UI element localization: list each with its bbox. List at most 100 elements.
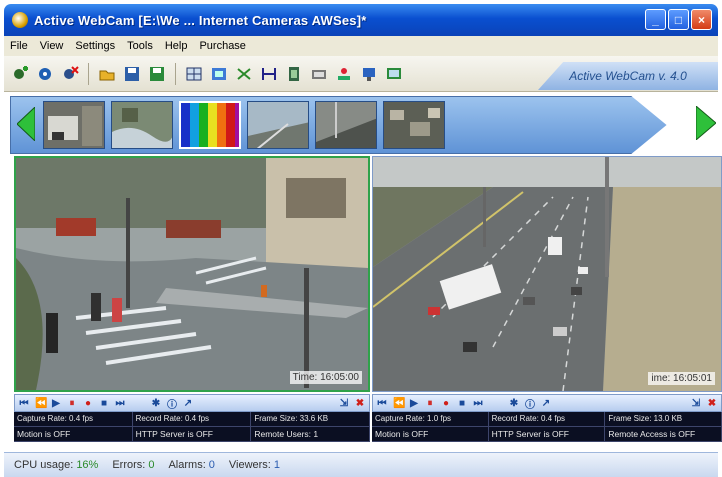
window-controls: _ □ × xyxy=(645,9,712,30)
toolbar-separator xyxy=(175,62,176,85)
viewers-label: Viewers: xyxy=(228,459,271,471)
thumbnail-strip xyxy=(10,96,667,154)
frame-size: Frame Size: 33.6 KB xyxy=(251,412,370,427)
camera-settings-icon[interactable] xyxy=(35,64,55,84)
film-icon[interactable] xyxy=(284,64,304,84)
stop-button[interactable]: ■ xyxy=(99,398,109,409)
close-button[interactable]: × xyxy=(691,9,712,30)
toolbar-separator xyxy=(88,62,89,85)
play-button[interactable]: ▶ xyxy=(51,398,61,409)
alarms: Alarms: 0 xyxy=(168,459,214,471)
pause-button[interactable]: ⏸ xyxy=(425,398,435,409)
version-label: Active WebCam v. 4.0 xyxy=(538,62,718,90)
first-frame-button[interactable]: ⏮ xyxy=(19,398,29,409)
pause-button[interactable]: ⏸ xyxy=(67,398,77,409)
delete-camera-icon[interactable] xyxy=(60,64,80,84)
camera-thumbnail-selected[interactable] xyxy=(179,101,241,149)
http-status: HTTP Server is OFF xyxy=(488,427,606,442)
save-as-icon[interactable] xyxy=(147,64,167,84)
camera-thumbnail[interactable] xyxy=(247,101,309,149)
errors: Errors: 0 xyxy=(112,459,154,471)
record-rate: Record Rate: 0.4 fps xyxy=(488,412,606,427)
motion-status: Motion is OFF xyxy=(14,427,133,442)
remote-status: Remote Users: 1 xyxy=(251,427,370,442)
close-camera-icon[interactable]: ✖ xyxy=(355,398,365,409)
camera-view-left[interactable]: Time: 16:05:00 xyxy=(14,156,370,392)
errors-value: 0 xyxy=(148,459,155,471)
settings-icon[interactable] xyxy=(309,64,329,84)
menu-bar: File View Settings Tools Help Purchase xyxy=(4,36,718,56)
rewind-button[interactable]: ⏪ xyxy=(393,398,405,409)
camera-thumbnail[interactable] xyxy=(43,101,105,149)
toolbar: Active WebCam v. 4.0 xyxy=(4,56,718,92)
camera-info-panel-right: Capture Rate: 1.0 fps Record Rate: 0.4 f… xyxy=(372,412,722,442)
scroll-right-icon[interactable] xyxy=(696,106,716,140)
title-bar: Active WebCam [E:\We ... Internet Camera… xyxy=(4,4,718,36)
stop-button[interactable]: ■ xyxy=(457,398,467,409)
viewers-value: 1 xyxy=(273,459,280,471)
camera-info-panel-left: Capture Rate: 0.4 fps Record Rate: 0.4 f… xyxy=(14,412,370,442)
export-icon[interactable]: ↗ xyxy=(541,398,551,409)
record-button[interactable]: ● xyxy=(441,398,451,409)
export-icon[interactable]: ↗ xyxy=(183,398,193,409)
street-camera-image xyxy=(16,158,368,390)
remote-status: Remote Access is OFF xyxy=(605,427,722,442)
info-icon[interactable]: ⓘ xyxy=(167,396,177,411)
cpu-usage-label: CPU usage: xyxy=(14,459,74,471)
errors-label: Errors: xyxy=(112,459,146,471)
network-icon[interactable] xyxy=(334,64,354,84)
layout-icon[interactable] xyxy=(184,64,204,84)
menu-settings[interactable]: Settings xyxy=(75,40,115,52)
first-frame-button[interactable]: ⏮ xyxy=(377,398,387,409)
zoom-icon[interactable] xyxy=(259,64,279,84)
pin-icon[interactable]: ⇲ xyxy=(339,398,349,409)
menu-view[interactable]: View xyxy=(40,40,64,52)
cpu-usage: CPU usage: 16% xyxy=(14,459,98,471)
camera-views: Time: 16:05:00 ime: 16:05:01 xyxy=(14,156,722,392)
app-icon xyxy=(12,12,28,28)
menu-file[interactable]: File xyxy=(10,40,28,52)
snapshot-icon[interactable] xyxy=(359,64,379,84)
capture-rate: Capture Rate: 0.4 fps xyxy=(14,412,133,427)
camera-timestamp: ime: 16:05:01 xyxy=(648,372,715,385)
camera-thumbnail[interactable] xyxy=(111,101,173,149)
play-button[interactable]: ▶ xyxy=(409,398,419,409)
minimize-button[interactable]: _ xyxy=(645,9,666,30)
camera-info: Capture Rate: 0.4 fps Record Rate: 0.4 f… xyxy=(14,412,722,442)
pin-icon[interactable]: ⇲ xyxy=(691,398,701,409)
add-camera-icon[interactable] xyxy=(10,64,30,84)
menu-tools[interactable]: Tools xyxy=(127,40,153,52)
menu-help[interactable]: Help xyxy=(165,40,188,52)
status-bar: CPU usage: 16% Errors: 0 Alarms: 0 Viewers:… xyxy=(4,452,718,477)
record-button[interactable]: ● xyxy=(83,398,93,409)
open-icon[interactable] xyxy=(97,64,117,84)
last-frame-button[interactable]: ⏭ xyxy=(115,398,125,409)
save-icon[interactable] xyxy=(122,64,142,84)
viewers: Viewers: 1 xyxy=(229,459,280,471)
menu-purchase[interactable]: Purchase xyxy=(199,40,245,52)
cpu-usage-value: 16% xyxy=(76,459,99,471)
settings-icon[interactable]: ✱ xyxy=(151,398,161,409)
camera-control-bar-left: ⏮ ⏪ ▶ ⏸ ● ■ ⏭ ✱ ⓘ ↗ ⇲ ✖ xyxy=(14,394,370,412)
info-icon[interactable]: ⓘ xyxy=(525,396,535,411)
record-rate: Record Rate: 0.4 fps xyxy=(132,412,252,427)
camera-thumbnail[interactable] xyxy=(383,101,445,149)
maximize-button[interactable]: □ xyxy=(668,9,689,30)
camera-timestamp: Time: 16:05:00 xyxy=(289,371,362,384)
motion-status: Motion is OFF xyxy=(372,427,489,442)
frame-size: Frame Size: 13.0 KB xyxy=(605,412,722,427)
camera-view-right[interactable]: ime: 16:05:01 xyxy=(372,156,722,392)
alarms-value: 0 xyxy=(208,459,215,471)
settings-icon[interactable]: ✱ xyxy=(509,398,519,409)
highway-camera-image xyxy=(373,157,721,391)
fullscreen-icon[interactable] xyxy=(209,64,229,84)
rewind-button[interactable]: ⏪ xyxy=(35,398,47,409)
capture-rate: Capture Rate: 1.0 fps xyxy=(372,412,489,427)
camera-control-bar-right: ⏮ ⏪ ▶ ⏸ ● ■ ⏭ ✱ ⓘ ↗ ⇲ ✖ xyxy=(372,394,722,412)
scroll-left-icon[interactable] xyxy=(17,107,35,141)
close-camera-icon[interactable]: ✖ xyxy=(707,398,717,409)
motion-icon[interactable] xyxy=(234,64,254,84)
camera-thumbnail[interactable] xyxy=(315,101,377,149)
monitor-icon[interactable] xyxy=(384,64,404,84)
last-frame-button[interactable]: ⏭ xyxy=(473,398,483,409)
